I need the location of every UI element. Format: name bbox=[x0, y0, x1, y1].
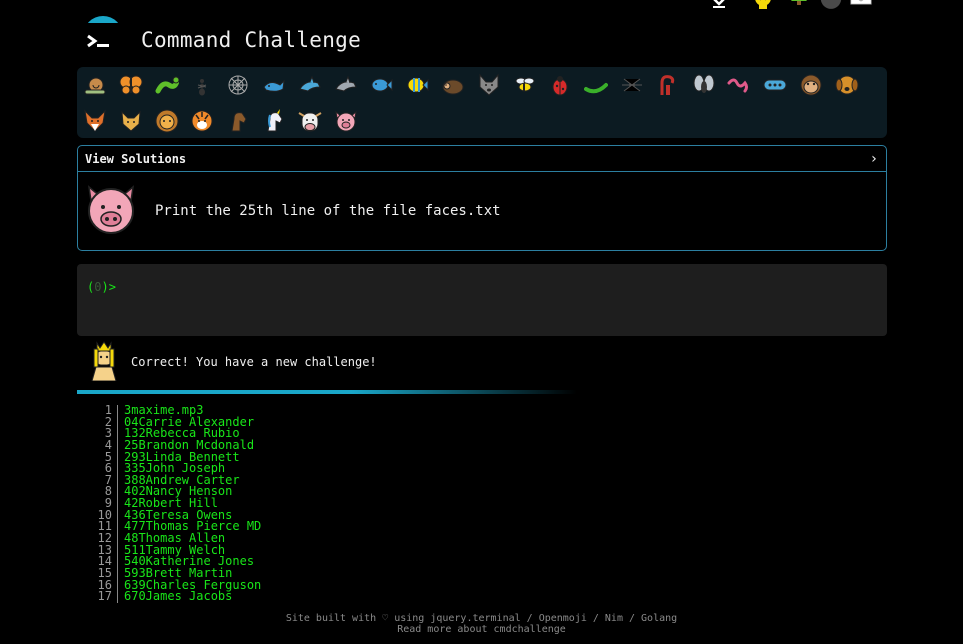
challenge-progress-bar bbox=[77, 67, 887, 138]
view-solutions-toggle[interactable]: View Solutions › bbox=[78, 146, 886, 172]
line-text: 670James Jacobs bbox=[124, 589, 233, 604]
line-number: 8 bbox=[90, 486, 118, 499]
tree-icon[interactable] bbox=[788, 0, 810, 12]
footer-credits: Site built with ♡ using jquery.terminal … bbox=[285, 613, 678, 624]
solutions-panel: View Solutions › Print the 25th line of … bbox=[77, 145, 887, 251]
ladybug-icon[interactable] bbox=[548, 73, 572, 97]
ant-icon[interactable] bbox=[190, 73, 214, 97]
listing-line: 17 670James Jacobs bbox=[90, 589, 261, 604]
wolf-icon[interactable] bbox=[477, 73, 501, 97]
lion-icon[interactable] bbox=[155, 109, 179, 133]
butterfly-icon[interactable] bbox=[119, 73, 143, 97]
cow-icon[interactable] bbox=[298, 109, 322, 133]
monkey-icon[interactable] bbox=[799, 73, 823, 97]
line-number: 3 bbox=[90, 427, 118, 440]
bug-icon[interactable] bbox=[155, 73, 180, 97]
line-number: 2 bbox=[90, 416, 118, 429]
footer-about-link[interactable]: Read more about cmdchallenge bbox=[0, 624, 963, 635]
bulb-icon[interactable] bbox=[752, 0, 774, 12]
cat-icon[interactable] bbox=[119, 109, 143, 133]
fish-icon[interactable] bbox=[369, 73, 393, 97]
spider-icon[interactable] bbox=[620, 73, 644, 97]
prompt-close: )> bbox=[101, 280, 116, 294]
caterpillar-icon[interactable] bbox=[584, 73, 609, 97]
pig-icon[interactable] bbox=[334, 109, 358, 133]
view-solutions-label: View Solutions bbox=[85, 151, 187, 166]
tiger-icon[interactable] bbox=[190, 109, 214, 133]
tropical-fish-icon[interactable] bbox=[405, 73, 429, 97]
line-number: 4 bbox=[90, 439, 118, 452]
spider-web-icon[interactable] bbox=[226, 73, 250, 97]
pig-face-icon bbox=[83, 181, 139, 237]
fly-icon[interactable] bbox=[692, 73, 716, 97]
whale-icon[interactable] bbox=[262, 73, 286, 97]
honeybee-icon[interactable] bbox=[513, 73, 537, 97]
top-icons-bar bbox=[708, 0, 872, 12]
result-message: Correct! You have a new challenge! bbox=[131, 355, 377, 369]
line-number: 5 bbox=[90, 451, 118, 464]
line-number: 17 bbox=[90, 590, 118, 603]
dolphin-grey-icon[interactable] bbox=[334, 73, 358, 97]
terminal-prompt-icon[interactable] bbox=[83, 16, 123, 56]
output-listing: 1 3maxime.mp3 2 04Carrie Alexander 3 132Rebec… bbox=[90, 404, 261, 604]
divider bbox=[77, 390, 577, 394]
horse-icon[interactable] bbox=[226, 109, 250, 133]
microbe-icon[interactable] bbox=[763, 73, 787, 97]
worm-icon[interactable] bbox=[727, 73, 751, 97]
terminal-input[interactable]: (0)> bbox=[77, 264, 887, 336]
shield-icon[interactable] bbox=[820, 0, 842, 12]
line-number: 7 bbox=[90, 474, 118, 487]
line-number: 6 bbox=[90, 462, 118, 475]
chevron-right-icon: › bbox=[869, 150, 878, 167]
dolphin-icon[interactable] bbox=[298, 73, 322, 97]
fox-icon[interactable] bbox=[83, 109, 107, 133]
challenge-text: Print the 25th line of the file faces.tx… bbox=[155, 203, 501, 219]
mail-icon[interactable] bbox=[850, 0, 872, 12]
hedgehog-icon[interactable] bbox=[441, 73, 465, 97]
dog-icon[interactable] bbox=[835, 73, 859, 97]
terminal-prompt: (0)> bbox=[87, 280, 116, 294]
page-title: Command Challenge bbox=[141, 28, 362, 52]
unicorn-icon[interactable] bbox=[262, 109, 286, 133]
line-number: 1 bbox=[90, 404, 118, 417]
scorpion-icon[interactable] bbox=[656, 73, 680, 97]
snail-icon[interactable] bbox=[83, 73, 107, 97]
download-icon[interactable] bbox=[708, 0, 730, 12]
princess-icon bbox=[89, 341, 119, 382]
